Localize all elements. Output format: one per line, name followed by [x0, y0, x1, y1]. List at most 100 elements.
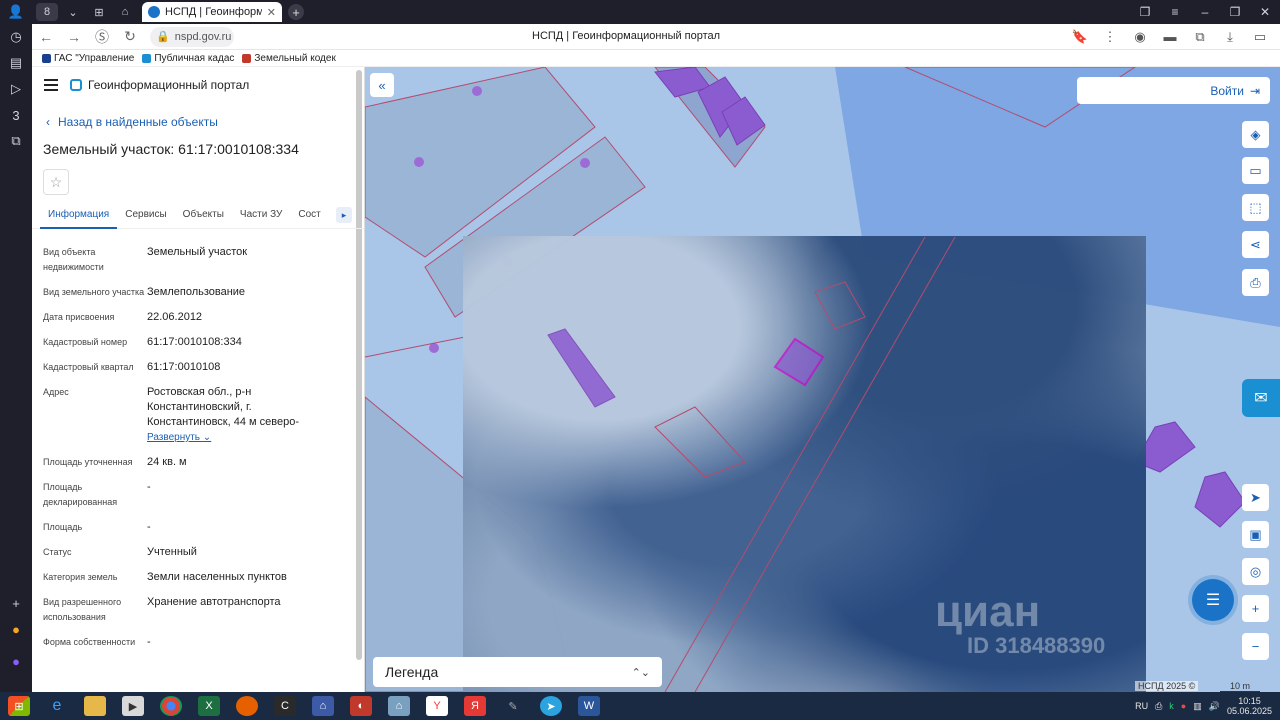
favorite-star-icon[interactable]: ☆	[43, 169, 69, 195]
media-player-icon[interactable]: ▶	[114, 692, 152, 720]
screenshot-icon[interactable]: ⧉	[0, 128, 32, 154]
tabs-scroll-right-icon[interactable]: ▸	[336, 207, 352, 223]
extensions-icon[interactable]: ⧉	[1190, 29, 1210, 45]
close-tab-icon[interactable]: ✕	[267, 6, 276, 19]
history-icon[interactable]: ◷	[0, 24, 32, 50]
selected-parcel[interactable]	[773, 337, 825, 387]
portal-logo-icon	[70, 79, 82, 91]
legend-dropdown[interactable]: Легенда ⌃⌄	[373, 657, 662, 687]
clock-date: 05.06.2025	[1226, 706, 1272, 716]
ccleaner-icon[interactable]: C	[266, 692, 304, 720]
notes-icon[interactable]: ▤	[0, 50, 32, 76]
bookmark-item[interactable]: Земельный кодек	[242, 53, 336, 64]
expand-address-link[interactable]: Развернуть ⌄	[147, 432, 211, 443]
reload-icon[interactable]: ↻	[116, 28, 144, 45]
telegram-icon[interactable]: ➤	[532, 692, 570, 720]
address-value-block: Ростовская обл., р-н Константиновский, г…	[147, 385, 317, 445]
app3-icon[interactable]: ⌂	[380, 692, 418, 720]
tab-parts[interactable]: Части ЗУ	[232, 207, 290, 229]
login-label: Войти	[1210, 83, 1244, 98]
tab-information[interactable]: Информация	[40, 207, 118, 229]
collapse-panel-button[interactable]: «	[370, 73, 394, 97]
tab-counter-icon[interactable]: 8	[36, 3, 58, 21]
collections-icon[interactable]: ❐	[1130, 5, 1160, 19]
share-icon[interactable]: ⋖	[1242, 231, 1269, 258]
pin-icon[interactable]: ◎	[1242, 558, 1269, 585]
volume-icon[interactable]: 🔊	[1209, 701, 1220, 712]
minimize-icon[interactable]: –	[1190, 5, 1220, 19]
excel-icon[interactable]: X	[190, 692, 228, 720]
layers-icon[interactable]: ◈	[1242, 121, 1269, 148]
bookmark-icon[interactable]: 🔖	[1070, 29, 1090, 45]
app-icon-orange[interactable]: ●	[0, 616, 32, 642]
reader-icon[interactable]: Ⓢ	[88, 27, 116, 47]
play-icon[interactable]: ▷	[0, 76, 32, 102]
url-field[interactable]: 🔒 nspd.gov.ru	[150, 26, 234, 47]
menu-burger-icon[interactable]	[44, 79, 58, 91]
tab-composition[interactable]: Сост	[290, 207, 328, 229]
parcel-highlight	[547, 328, 616, 408]
chrome-icon[interactable]	[152, 692, 190, 720]
minimap-icon[interactable]: ▣	[1242, 521, 1269, 548]
clock[interactable]: 10:15 05.06.2025	[1227, 696, 1272, 716]
extension2-icon[interactable]: ▬	[1160, 29, 1180, 45]
back-to-results-link[interactable]: ‹ Назад в найденные объекты	[46, 115, 364, 129]
ie-icon[interactable]: e	[38, 692, 76, 720]
menu-icon[interactable]: ≡	[1160, 5, 1190, 19]
zoom-in-icon[interactable]: +	[1242, 595, 1269, 622]
counter-icon[interactable]: 3	[0, 102, 32, 128]
yandex-icon[interactable]: Я	[456, 692, 494, 720]
firefox-icon[interactable]	[228, 692, 266, 720]
select-area-icon[interactable]: ⬚	[1242, 194, 1269, 221]
pinned-tab-icon[interactable]: ⊞	[88, 3, 110, 21]
property-row: Кадастровый квартал 61:17:0010108	[43, 360, 364, 375]
ruler-icon[interactable]: ▭	[1242, 157, 1269, 184]
chat-bubble-icon[interactable]: ☰	[1192, 579, 1234, 621]
page-title: НСПД | Геоинформационный портал	[532, 30, 721, 42]
bookmark-item[interactable]: Публичная кадас	[142, 53, 234, 64]
profile-icon[interactable]: 👤	[0, 0, 32, 24]
home-icon[interactable]: ⌂	[114, 3, 136, 21]
tab-list-chevron-icon[interactable]: ⌄	[62, 3, 84, 21]
alice-icon[interactable]: ●	[0, 648, 32, 674]
panel-scrollbar[interactable]	[356, 70, 362, 660]
app2-icon[interactable]: ◐	[342, 692, 380, 720]
paint-icon[interactable]: ✎	[494, 692, 532, 720]
extension-icon[interactable]: ◉	[1130, 29, 1150, 45]
bookmark-item[interactable]: ГАС "Управление	[42, 53, 134, 64]
login-button[interactable]: Войти ⇥	[1077, 77, 1270, 104]
tab-objects[interactable]: Объекты	[175, 207, 232, 229]
language-indicator[interactable]: RU	[1135, 701, 1148, 711]
network-icon[interactable]: ▥	[1193, 701, 1202, 712]
printer-icon[interactable]: ⎙	[1155, 701, 1162, 712]
record-icon[interactable]: ●	[1181, 701, 1186, 711]
tab-services[interactable]: Сервисы	[117, 207, 174, 229]
restore-icon[interactable]: ❐	[1220, 5, 1250, 19]
downloads-icon[interactable]: ⤓	[1220, 29, 1240, 45]
property-key: Адрес	[43, 387, 69, 397]
active-tab[interactable]: НСПД | Геоинформационный ✕	[142, 2, 282, 22]
add-icon[interactable]: +	[0, 590, 32, 616]
parcel-outline	[654, 406, 746, 478]
print-icon[interactable]: ⎙	[1242, 269, 1269, 296]
word-icon[interactable]: W	[570, 692, 608, 720]
zoom-out-icon[interactable]: −	[1242, 633, 1269, 660]
kaspersky-icon[interactable]: k	[1169, 701, 1174, 711]
expand-icon: ⌃⌄	[631, 666, 650, 679]
map-view[interactable]: « Войти ⇥ ◈ ▭ ⬚ ⋖ ⎙ ✉ ➤ ▣ ◎ + − ☰ циан I…	[365, 67, 1280, 692]
new-tab-button[interactable]: +	[288, 4, 304, 20]
sidebar-toggle-icon[interactable]: ▭	[1250, 29, 1270, 45]
property-value: Ростовская обл., р-н Константиновский, г…	[147, 386, 299, 428]
support-chat-icon[interactable]: ✉	[1242, 379, 1280, 417]
back-icon[interactable]: ←	[32, 29, 60, 45]
forward-icon[interactable]: →	[60, 29, 88, 45]
locate-icon[interactable]: ➤	[1242, 484, 1269, 511]
start-button[interactable]: ⊞	[0, 692, 38, 720]
yandex-browser-icon[interactable]: Y	[418, 692, 456, 720]
close-window-icon[interactable]: ✕	[1250, 5, 1280, 19]
explorer-icon[interactable]	[76, 692, 114, 720]
app-icon[interactable]: ⌂	[304, 692, 342, 720]
portal-logo[interactable]: Геоинформационный портал	[70, 78, 249, 92]
more-icon[interactable]: ⋮	[1100, 29, 1120, 45]
property-key: Площадь уточненная	[43, 457, 133, 467]
